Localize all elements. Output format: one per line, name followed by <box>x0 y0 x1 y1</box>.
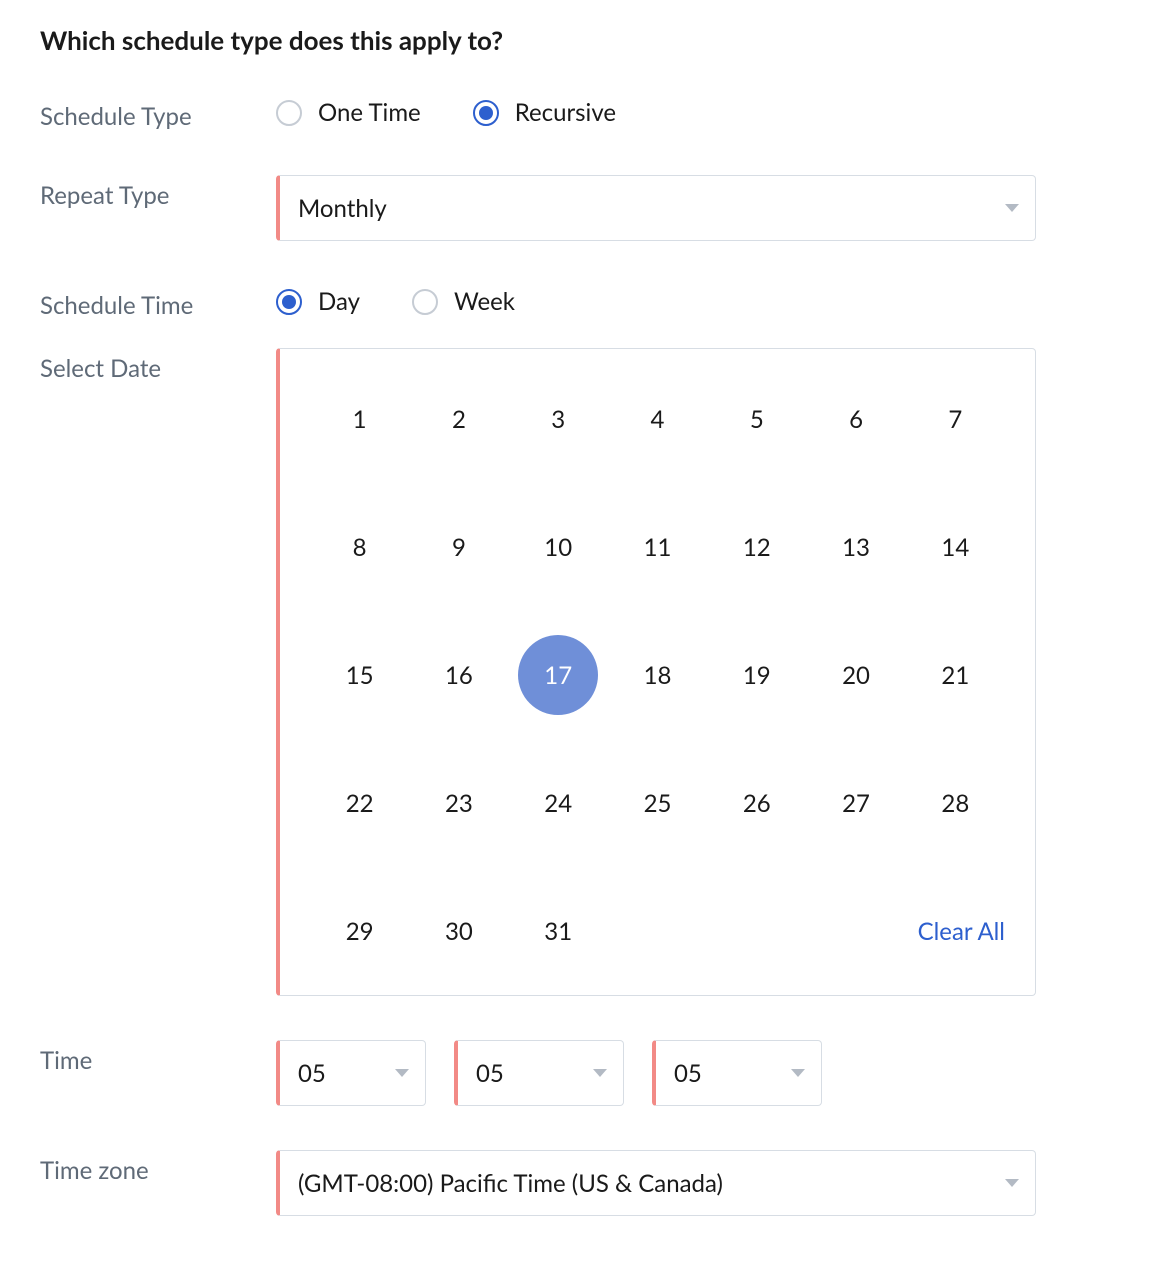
time-second-select[interactable]: 05 <box>652 1040 822 1106</box>
radio-icon <box>276 289 302 315</box>
chevron-down-icon <box>791 1069 805 1077</box>
radio-label: Week <box>454 287 515 316</box>
radio-icon <box>276 100 302 126</box>
calendar-day-31[interactable]: 31 <box>518 891 598 971</box>
calendar-day-29[interactable]: 29 <box>320 891 400 971</box>
repeat-type-select[interactable]: Monthly <box>276 175 1036 241</box>
calendar-day-12[interactable]: 12 <box>717 507 797 587</box>
calendar-day-3[interactable]: 3 <box>518 379 598 459</box>
calendar-day-6[interactable]: 6 <box>816 379 896 459</box>
schedule-time-week[interactable]: Week <box>412 287 515 316</box>
chevron-down-icon <box>395 1069 409 1077</box>
time-minute-select[interactable]: 05 <box>454 1040 624 1106</box>
calendar-day-26[interactable]: 26 <box>717 763 797 843</box>
calendar-day-13[interactable]: 13 <box>816 507 896 587</box>
calendar-day-11[interactable]: 11 <box>617 507 697 587</box>
page-heading: Which schedule type does this apply to? <box>40 24 1124 56</box>
schedule-type-one-time[interactable]: One Time <box>276 98 421 127</box>
chevron-down-icon <box>1005 1179 1019 1187</box>
time-label: Time <box>40 1040 276 1075</box>
select-value: Monthly <box>298 194 387 223</box>
repeat-type-label: Repeat Type <box>40 175 276 210</box>
time-zone-label: Time zone <box>40 1150 276 1185</box>
calendar-day-16[interactable]: 16 <box>419 635 499 715</box>
schedule-type-radio-group: One Time Recursive <box>276 96 1124 127</box>
calendar-day-9[interactable]: 9 <box>419 507 499 587</box>
calendar-day-18[interactable]: 18 <box>617 635 697 715</box>
schedule-type-recursive[interactable]: Recursive <box>473 98 616 127</box>
calendar-day-23[interactable]: 23 <box>419 763 499 843</box>
select-value: 05 <box>674 1059 702 1088</box>
calendar-day-17[interactable]: 17 <box>518 635 598 715</box>
calendar-day-27[interactable]: 27 <box>816 763 896 843</box>
schedule-time-day[interactable]: Day <box>276 287 360 316</box>
calendar-day-24[interactable]: 24 <box>518 763 598 843</box>
select-value: (GMT-08:00) Pacific Time (US & Canada) <box>298 1169 723 1198</box>
calendar-day-30[interactable]: 30 <box>419 891 499 971</box>
time-hour-select[interactable]: 05 <box>276 1040 426 1106</box>
chevron-down-icon <box>593 1069 607 1077</box>
calendar-day-22[interactable]: 22 <box>320 763 400 843</box>
calendar-day-21[interactable]: 21 <box>915 635 995 715</box>
schedule-time-label: Schedule Time <box>40 285 276 320</box>
calendar-day-20[interactable]: 20 <box>816 635 896 715</box>
radio-icon <box>473 100 499 126</box>
calendar-day-5[interactable]: 5 <box>717 379 797 459</box>
radio-label: One Time <box>318 98 421 127</box>
calendar-day-8[interactable]: 8 <box>320 507 400 587</box>
date-calendar: 1234567891011121314151617181920212223242… <box>276 348 1036 996</box>
radio-label: Recursive <box>515 98 616 127</box>
schedule-type-label: Schedule Type <box>40 96 276 131</box>
calendar-day-10[interactable]: 10 <box>518 507 598 587</box>
select-value: 05 <box>298 1059 326 1088</box>
calendar-day-4[interactable]: 4 <box>617 379 697 459</box>
time-zone-select[interactable]: (GMT-08:00) Pacific Time (US & Canada) <box>276 1150 1036 1216</box>
select-value: 05 <box>476 1059 504 1088</box>
schedule-time-radio-group: Day Week <box>276 285 1124 316</box>
calendar-day-14[interactable]: 14 <box>915 507 995 587</box>
calendar-day-1[interactable]: 1 <box>320 379 400 459</box>
calendar-day-2[interactable]: 2 <box>419 379 499 459</box>
calendar-day-25[interactable]: 25 <box>617 763 697 843</box>
chevron-down-icon <box>1005 204 1019 212</box>
clear-all-link[interactable]: Clear All <box>918 917 1005 946</box>
calendar-day-7[interactable]: 7 <box>915 379 995 459</box>
calendar-day-15[interactable]: 15 <box>320 635 400 715</box>
calendar-day-28[interactable]: 28 <box>915 763 995 843</box>
radio-label: Day <box>318 287 360 316</box>
radio-icon <box>412 289 438 315</box>
calendar-day-19[interactable]: 19 <box>717 635 797 715</box>
select-date-label: Select Date <box>40 348 276 383</box>
